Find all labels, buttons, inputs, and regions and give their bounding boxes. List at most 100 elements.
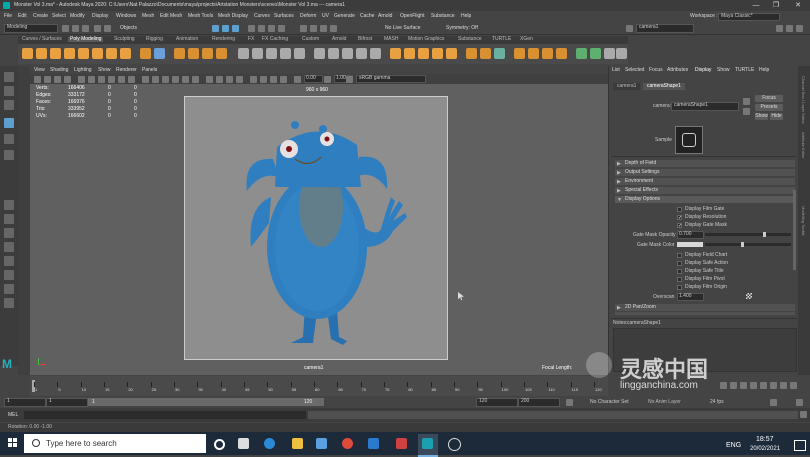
safe-action-icon[interactable]	[128, 76, 135, 83]
poke-icon[interactable]	[446, 48, 457, 59]
shelf-tab-motion-graphics[interactable]: Motion Graphics	[408, 37, 444, 42]
xray-icon[interactable]	[260, 76, 267, 83]
spherical-map-icon[interactable]	[542, 48, 553, 59]
node-tab-camerashape1[interactable]: cameraShape1	[643, 83, 685, 90]
camera-attributes-icon[interactable]	[44, 76, 51, 83]
menu-mesh[interactable]: Mesh	[142, 14, 154, 19]
append-polygon-icon[interactable]	[314, 48, 325, 59]
map-button-icon[interactable]	[746, 293, 752, 299]
smooth-shade-icon[interactable]	[152, 76, 159, 83]
open-scene-icon[interactable]	[72, 25, 79, 32]
poly-cone-icon[interactable]	[64, 48, 75, 59]
menu-openflight[interactable]: OpenFlight	[400, 14, 424, 19]
outliner-layout-icon[interactable]	[4, 242, 14, 252]
boolean-icon[interactable]	[216, 48, 227, 59]
color-management-icon[interactable]	[346, 76, 353, 83]
step-forward-frame-icon[interactable]	[770, 382, 777, 389]
step-forward-key-icon[interactable]	[780, 382, 787, 389]
isolate-select-icon[interactable]	[250, 76, 257, 83]
hypershade-icon[interactable]	[330, 25, 337, 32]
smooth-icon[interactable]	[202, 48, 213, 59]
shelf-tab-sculpting[interactable]: Sculpting	[114, 37, 135, 42]
menu-edit[interactable]: Edit	[18, 14, 27, 19]
menu-surfaces[interactable]: Surfaces	[274, 14, 294, 19]
file-explorer-icon[interactable]	[292, 438, 303, 449]
resolution-gate-icon[interactable]	[98, 76, 105, 83]
render-settings-icon[interactable]	[320, 25, 327, 32]
snap-view-icon[interactable]	[278, 25, 285, 32]
hide-button[interactable]: Hide	[770, 113, 783, 120]
notifications-icon[interactable]	[794, 440, 806, 451]
slider-handle[interactable]	[763, 232, 766, 237]
menu-modify[interactable]: Modify	[70, 14, 85, 19]
bevel-icon[interactable]	[294, 48, 305, 59]
camera-input[interactable]: camera1	[636, 24, 694, 33]
poly-cube-icon[interactable]	[36, 48, 47, 59]
symmetry-icon[interactable]	[604, 48, 615, 59]
close-button[interactable]: ✕	[790, 1, 806, 10]
vp-menu-lighting[interactable]: Lighting	[74, 68, 92, 73]
ipr-render-icon[interactable]	[310, 25, 317, 32]
layout-uv-icon[interactable]	[576, 48, 587, 59]
presets-button[interactable]: Presets	[755, 104, 783, 111]
side-tab-channel-box[interactable]: Channel Box / Layer Editor	[801, 76, 806, 124]
display-safe-title-checkbox[interactable]	[677, 269, 682, 274]
play-backwards-icon[interactable]	[750, 382, 757, 389]
menu-curves[interactable]: Curves	[254, 14, 270, 19]
redo-icon[interactable]	[104, 25, 111, 32]
viewport[interactable]: Verts: Edges: Faces: Tris: UVs: 166406 3…	[30, 84, 608, 375]
uv-editor-icon[interactable]	[494, 48, 505, 59]
poly-cylinder-icon[interactable]	[50, 48, 61, 59]
slide-edge-icon[interactable]	[404, 48, 415, 59]
render-icon[interactable]	[300, 25, 307, 32]
quad-draw-icon[interactable]	[390, 48, 401, 59]
save-scene-icon[interactable]	[82, 25, 89, 32]
exposure-field[interactable]: 0.00	[304, 75, 323, 83]
vp-menu-renderer[interactable]: Renderer	[116, 68, 137, 73]
mel-input[interactable]	[24, 411, 306, 419]
attr-scrollbar[interactable]	[793, 190, 796, 270]
toggle-tool-settings-icon[interactable]	[796, 25, 803, 32]
menu-substance[interactable]: Substance	[431, 14, 455, 19]
go-to-end-icon[interactable]	[790, 382, 797, 389]
script-editor-icon[interactable]	[800, 411, 807, 418]
field-chart-icon[interactable]	[118, 76, 125, 83]
task-view-icon[interactable]	[238, 438, 249, 449]
combine-icon[interactable]	[174, 48, 185, 59]
menu-mesh-display[interactable]: Mesh Display	[218, 14, 248, 19]
wireframe-on-shaded-icon[interactable]	[162, 76, 169, 83]
live-surface-field[interactable]: No Live Surface	[385, 26, 421, 31]
start-time-input[interactable]: 1	[4, 398, 46, 407]
shelf-tab-rendering[interactable]: Rendering	[212, 37, 235, 42]
ae-tab-attributes[interactable]: Attributes	[667, 68, 688, 73]
menu-deform[interactable]: Deform	[300, 14, 316, 19]
poly-torus-icon[interactable]	[78, 48, 89, 59]
vp-menu-view[interactable]: View	[34, 68, 45, 73]
menu-generate[interactable]: Generate	[334, 14, 355, 19]
menu-mesh-tools[interactable]: Mesh Tools	[188, 14, 213, 19]
objects-select[interactable]: Objects	[120, 26, 137, 31]
gate-mask-color-slider[interactable]	[705, 242, 791, 247]
motion-blur-icon[interactable]	[216, 76, 223, 83]
persp-graph-layout-icon[interactable]	[4, 256, 14, 266]
shelf-tab-animation[interactable]: Animation	[176, 37, 198, 42]
separate-icon[interactable]	[188, 48, 199, 59]
display-film-gate-checkbox[interactable]	[677, 207, 682, 212]
textured-icon[interactable]	[172, 76, 179, 83]
display-gate-mask-checkbox[interactable]: ✓	[677, 223, 682, 229]
target-weld-icon[interactable]	[356, 48, 367, 59]
language-indicator[interactable]: ENG	[726, 442, 741, 449]
step-back-frame-icon[interactable]	[740, 382, 747, 389]
select-by-hierarchy-icon[interactable]	[212, 25, 219, 32]
vp-menu-shading[interactable]: Shading	[50, 68, 68, 73]
workspace-select[interactable]: Maya Classic*	[718, 13, 780, 21]
select-by-component-icon[interactable]	[232, 25, 239, 32]
use-all-lights-icon[interactable]	[182, 76, 189, 83]
go-to-start-icon[interactable]	[720, 382, 727, 389]
playback-end-input[interactable]: 120	[476, 398, 518, 407]
new-scene-icon[interactable]	[62, 25, 69, 32]
side-tab-modelling-toolkit[interactable]: Modelling Toolkit	[801, 206, 806, 236]
video-app-icon[interactable]	[396, 438, 407, 449]
ae-tab-list[interactable]: List	[612, 68, 620, 73]
clock-date[interactable]: 20/02/2021	[750, 446, 780, 452]
